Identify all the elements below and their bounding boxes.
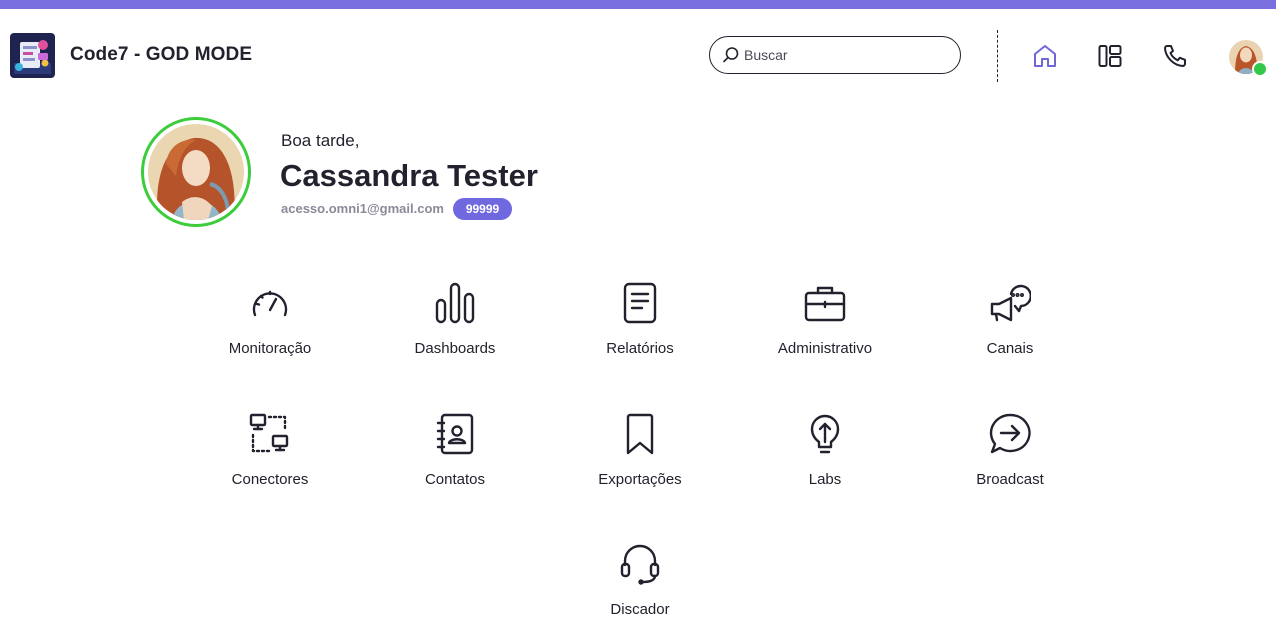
- lightbulb-icon: [804, 413, 846, 455]
- menu-item-broadcast[interactable]: Broadcast: [925, 413, 1095, 513]
- menu-item-dashboards[interactable]: Dashboards: [370, 282, 540, 382]
- megaphone-chat-icon: [989, 282, 1031, 324]
- menu-item-label: Dashboards: [414, 340, 496, 357]
- document-icon: [619, 282, 661, 324]
- menu-item-label: Labs: [808, 471, 842, 488]
- phone-icon: [1164, 45, 1186, 67]
- connectors-icon: [249, 413, 291, 455]
- top-accent-bar: [0, 0, 1276, 9]
- header-divider: [997, 30, 998, 82]
- menu-item-relatorios[interactable]: Relatórios: [555, 282, 725, 382]
- online-status-indicator: [1252, 61, 1268, 77]
- menu-item-label: Contatos: [424, 471, 486, 488]
- app-header: Code7 - GOD MODE: [0, 9, 1276, 101]
- menu-item-label: Conectores: [231, 471, 309, 488]
- app-logo[interactable]: [10, 33, 55, 78]
- greeting-text: Boa tarde,: [281, 131, 360, 150]
- briefcase-icon: [804, 282, 846, 324]
- bookmark-icon: [619, 413, 661, 455]
- app-title: Code7 - GOD MODE: [70, 44, 253, 65]
- home-button[interactable]: [1031, 42, 1059, 70]
- user-name: Cassandra Tester: [280, 158, 538, 193]
- menu-item-conectores[interactable]: Conectores: [185, 413, 355, 513]
- menu-item-canais[interactable]: Canais: [925, 282, 1095, 382]
- phone-button[interactable]: [1161, 42, 1189, 70]
- menu-item-label: Exportações: [598, 471, 682, 488]
- headset-icon: [619, 543, 661, 585]
- menu-item-label: Broadcast: [976, 471, 1044, 488]
- menu-item-monitoracao[interactable]: Monitoração: [185, 282, 355, 382]
- menu-item-administrativo[interactable]: Administrativo: [740, 282, 910, 382]
- home-icon: [1034, 45, 1056, 67]
- search-icon: [723, 47, 739, 63]
- chat-arrow-icon: [989, 413, 1031, 455]
- search-input[interactable]: [744, 47, 944, 63]
- layout-button[interactable]: [1096, 42, 1124, 70]
- speedometer-icon: [249, 282, 291, 324]
- menu-item-contatos[interactable]: Contatos: [370, 413, 540, 513]
- menu-item-label: Administrativo: [777, 340, 873, 357]
- user-email: acesso.omni1@gmail.com: [281, 201, 444, 216]
- search-bar[interactable]: [709, 36, 961, 74]
- bar-chart-icon: [434, 282, 476, 324]
- menu-item-label: Canais: [986, 340, 1034, 357]
- menu-item-label: Relatórios: [606, 340, 674, 357]
- profile-avatar[interactable]: [141, 117, 251, 227]
- menu-item-discador[interactable]: Discador: [555, 543, 725, 629]
- user-badge: 99999: [453, 198, 512, 220]
- menu-item-labs[interactable]: Labs: [740, 413, 910, 513]
- menu-item-exportacoes[interactable]: Exportações: [555, 413, 725, 513]
- menu-item-label: Monitoração: [228, 340, 312, 357]
- layout-icon: [1098, 45, 1122, 67]
- menu-item-label: Discador: [610, 601, 670, 618]
- contacts-book-icon: [434, 413, 476, 455]
